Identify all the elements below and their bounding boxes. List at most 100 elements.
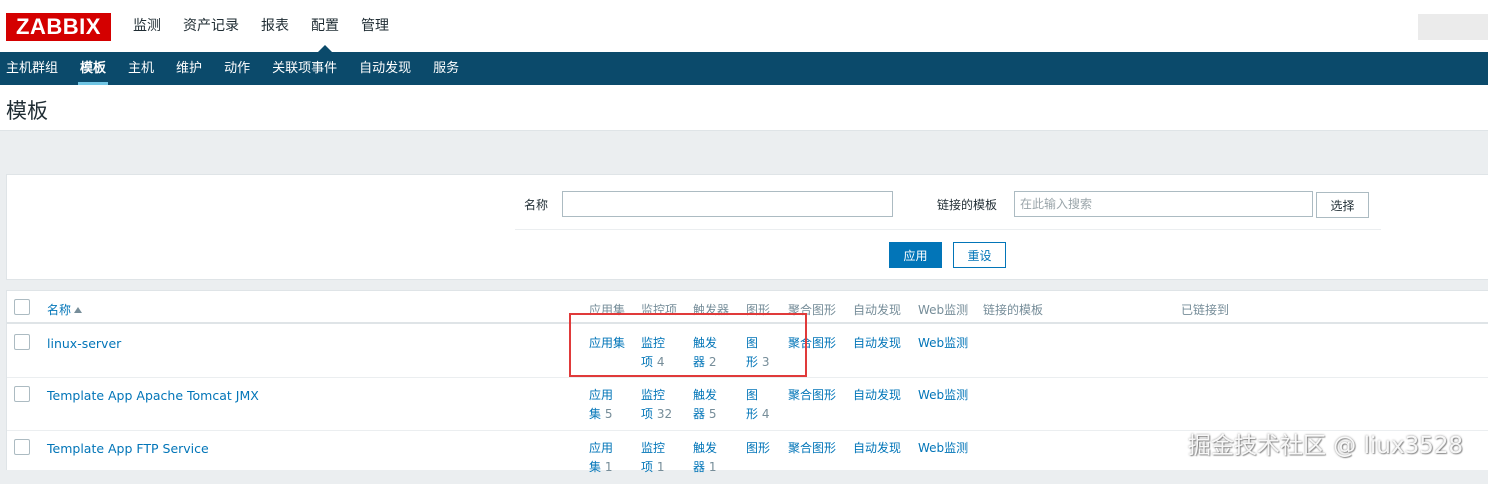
column-header-graphs: 图形: [746, 303, 771, 317]
screens-link[interactable]: 聚合图形: [788, 386, 836, 405]
triggers-label-cont: 器: [693, 460, 706, 474]
triggers-count: 5: [708, 407, 717, 421]
column-header-screens: 聚合图形: [788, 303, 837, 317]
page-header: 模板: [0, 85, 1488, 131]
applications-link[interactable]: 应用集 5: [589, 386, 613, 424]
select-all-checkbox[interactable]: [14, 299, 30, 315]
applications-label: 应用: [589, 441, 614, 455]
column-header-web: Web监测: [918, 303, 969, 317]
filter-linked-templates-input[interactable]: [1014, 191, 1313, 217]
column-header-linked-templates: 链接的模板: [983, 303, 1044, 317]
applications-link[interactable]: 应用集: [589, 334, 625, 353]
filter-divider: [515, 229, 1381, 230]
top-menu-inventory[interactable]: 资产记录: [172, 0, 250, 52]
screens-link[interactable]: 聚合图形: [788, 334, 836, 353]
discovery-link[interactable]: 自动发现: [853, 386, 901, 405]
watermark: 掘金技术社区 @ liux3528: [1188, 433, 1464, 459]
items-label-cont: 项: [641, 355, 654, 369]
items-label: 监控: [641, 441, 666, 455]
items-label-cont: 项: [641, 407, 654, 421]
table-row: Template App Apache Tomcat JMX 应用集 5 监控项…: [7, 378, 1488, 431]
column-header-name[interactable]: 名称: [47, 301, 83, 318]
applications-label-cont: 集: [589, 407, 602, 421]
graphs-label-cont: 形: [746, 407, 759, 421]
reset-button[interactable]: 重设: [953, 242, 1006, 268]
template-name-link[interactable]: Template App FTP Service: [47, 439, 209, 458]
filter-panel: 名称 链接的模板 选择 应用 重设: [6, 174, 1488, 280]
search-box[interactable]: [1418, 14, 1488, 40]
template-name-link[interactable]: linux-server: [47, 334, 121, 353]
sub-menu-templates[interactable]: 模板: [74, 52, 112, 85]
column-header-discovery: 自动发现: [853, 303, 902, 317]
triggers-label-cont: 器: [693, 355, 706, 369]
top-menu-monitoring[interactable]: 监测: [122, 0, 172, 52]
table-header: 名称 应用集 监控项 触发器 图形 聚合图形 自动发现 Web监测 链接的模板 …: [7, 291, 1488, 324]
items-label-cont: 项: [641, 460, 654, 474]
page-title: 模板: [6, 99, 48, 123]
triggers-label-cont: 器: [693, 407, 706, 421]
filter-name-label: 名称: [524, 198, 549, 212]
web-link[interactable]: Web监测: [918, 439, 968, 458]
filter-linked-templates-label: 链接的模板: [937, 198, 998, 212]
top-menu-administration[interactable]: 管理: [350, 0, 400, 52]
applications-count: 1: [604, 460, 613, 474]
graphs-link[interactable]: 图形 4: [746, 386, 769, 424]
discovery-link[interactable]: 自动发现: [853, 334, 901, 353]
table-row: linux-server 应用集 监控项 4 触发器 2 图形 3 聚合图形 自…: [7, 325, 1488, 378]
column-header-triggers: 触发器: [693, 303, 730, 317]
sub-menu-services[interactable]: 服务: [427, 52, 465, 85]
graphs-label: 图: [746, 336, 759, 350]
graphs-count: 3: [761, 355, 770, 369]
discovery-link[interactable]: 自动发现: [853, 439, 901, 458]
filter-name-input[interactable]: [562, 191, 893, 217]
triggers-link[interactable]: 触发器 5: [693, 386, 717, 424]
top-menu-reports[interactable]: 报表: [250, 0, 300, 52]
top-menu-configuration[interactable]: 配置: [300, 0, 350, 52]
items-link[interactable]: 监控项 32: [641, 386, 672, 424]
items-count: 1: [656, 460, 665, 474]
sub-menu-actions[interactable]: 动作: [218, 52, 256, 85]
sub-menu-host-groups[interactable]: 主机群组: [0, 52, 64, 85]
applications-label-cont: 集: [589, 460, 602, 474]
column-header-items: 监控项: [641, 303, 678, 317]
items-count: 4: [656, 355, 665, 369]
triggers-count: 2: [708, 355, 717, 369]
applications-count: 5: [604, 407, 613, 421]
triggers-label: 触发: [693, 441, 718, 455]
top-menu: 监测 资产记录 报表 配置 管理: [122, 0, 400, 52]
items-count: 32: [656, 407, 673, 421]
web-link[interactable]: Web监测: [918, 386, 968, 405]
graphs-link[interactable]: 图形 3: [746, 334, 769, 372]
web-link[interactable]: Web监测: [918, 334, 968, 353]
column-header-name-label: 名称: [47, 303, 72, 317]
zabbix-logo[interactable]: ZABBIX: [6, 13, 111, 41]
items-link[interactable]: 监控项 4: [641, 334, 665, 372]
template-name-link[interactable]: Template App Apache Tomcat JMX: [47, 386, 259, 405]
applications-label: 应用: [589, 388, 614, 402]
row-checkbox[interactable]: [14, 439, 30, 455]
items-link[interactable]: 监控项 1: [641, 439, 665, 477]
applications-link[interactable]: 应用集 1: [589, 439, 613, 477]
row-checkbox[interactable]: [14, 386, 30, 402]
sub-menu-event-correlation[interactable]: 关联项事件: [266, 52, 343, 85]
triggers-link[interactable]: 触发器 1: [693, 439, 717, 477]
sub-menu-hosts[interactable]: 主机: [122, 52, 160, 85]
sub-menu-maintenance[interactable]: 维护: [170, 52, 208, 85]
triggers-label: 触发: [693, 388, 718, 402]
items-label: 监控: [641, 336, 666, 350]
triggers-link[interactable]: 触发器 2: [693, 334, 717, 372]
screens-link[interactable]: 聚合图形: [788, 439, 836, 458]
sort-ascending-icon: [74, 307, 83, 313]
apply-button[interactable]: 应用: [889, 242, 942, 268]
graphs-count: 4: [761, 407, 770, 421]
triggers-count: 1: [708, 460, 717, 474]
graphs-link[interactable]: 图形: [746, 439, 770, 458]
row-checkbox[interactable]: [14, 334, 30, 350]
graphs-label-cont: 形: [746, 355, 759, 369]
triggers-label: 触发: [693, 336, 718, 350]
sub-menu: 主机群组 模板 主机 维护 动作 关联项事件 自动发现 服务: [0, 52, 1488, 85]
sub-menu-discovery[interactable]: 自动发现: [353, 52, 417, 85]
select-button[interactable]: 选择: [1316, 192, 1369, 218]
applications-label: 应用集: [589, 336, 626, 350]
column-header-linked-to: 已链接到: [1181, 303, 1230, 317]
